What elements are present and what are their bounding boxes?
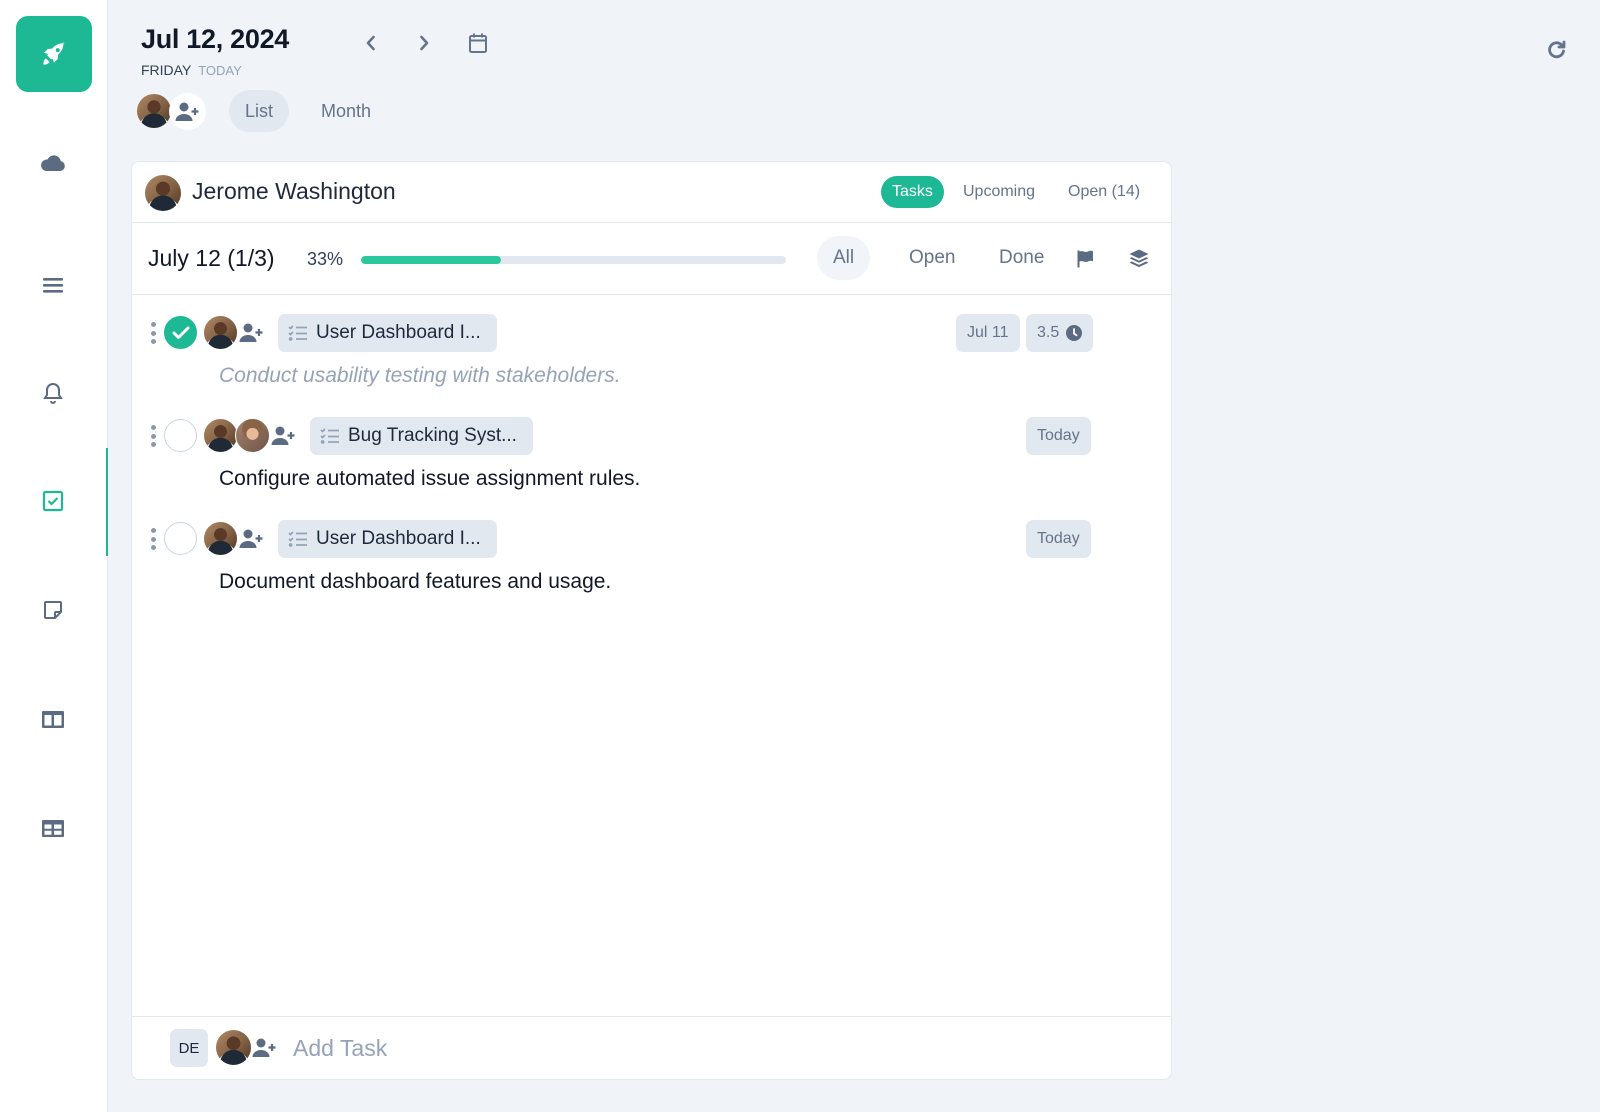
sidebar-item-list[interactable] [0, 265, 106, 305]
refresh-button[interactable] [1543, 36, 1571, 64]
calendar-button[interactable] [463, 28, 493, 58]
assignee-avatar[interactable] [203, 315, 238, 350]
tab-open[interactable]: Open (14) [1057, 176, 1151, 208]
view-tab-list[interactable]: List [229, 90, 290, 132]
add-assignee-button[interactable] [251, 1034, 279, 1062]
user-plus-icon [252, 1038, 276, 1057]
day-label: July 12 (1/3) [148, 245, 275, 271]
sidebar-item-tasks[interactable] [0, 481, 106, 521]
current-date: Jul 12, 2024 [141, 24, 290, 54]
task-row: User Dashboard I... Today Document dashb… [132, 504, 1171, 608]
user-plus-icon [239, 323, 263, 342]
view-tab-month[interactable]: Month [305, 90, 387, 132]
logo-button[interactable] [16, 16, 92, 92]
layers-button[interactable] [1125, 245, 1153, 273]
add-task-input[interactable] [293, 1029, 993, 1067]
assignee-avatar[interactable] [203, 418, 238, 453]
date-badge[interactable]: Today [1026, 520, 1091, 558]
flag-icon [1077, 250, 1093, 268]
user-avatar[interactable] [137, 94, 171, 128]
add-assignee-button[interactable] [239, 320, 265, 346]
project-name: Bug Tracking Syst... [348, 425, 517, 446]
task-checkbox[interactable] [164, 522, 197, 555]
date-badge[interactable]: Jul 11 [956, 314, 1020, 352]
project-tag[interactable]: User Dashboard I... [278, 520, 497, 558]
task-row: Bug Tracking Syst... Today Configure aut… [132, 401, 1171, 505]
assignee-avatar[interactable] [235, 418, 270, 453]
project-tag[interactable]: Bug Tracking Syst... [310, 417, 533, 455]
sidebar-item-notifications[interactable] [0, 373, 106, 413]
sidebar-item-columns[interactable] [0, 699, 106, 739]
columns-icon [42, 711, 64, 728]
assignee-avatar[interactable] [216, 1030, 251, 1065]
task-text[interactable]: Configure automated issue assignment rul… [219, 467, 640, 491]
sidebar-item-cloud[interactable] [0, 143, 106, 183]
task-text[interactable]: Document dashboard features and usage. [219, 570, 611, 594]
active-indicator [106, 448, 108, 556]
flag-button[interactable] [1071, 245, 1099, 273]
cloud-icon [41, 155, 65, 171]
tab-upcoming[interactable]: Upcoming [952, 176, 1046, 208]
filter-open[interactable]: Open [893, 236, 971, 280]
user-plus-icon [271, 426, 295, 445]
table-icon [42, 820, 64, 837]
project-tag[interactable]: User Dashboard I... [278, 314, 497, 352]
progress-fill [361, 256, 502, 264]
assignee-avatar[interactable] [203, 521, 238, 556]
user-plus-icon [175, 102, 198, 121]
tab-tasks[interactable]: Tasks [881, 176, 944, 208]
assignee-avatar [145, 175, 181, 211]
check-icon [172, 326, 189, 339]
sidebar [0, 0, 108, 1112]
add-assignee-button[interactable] [239, 526, 265, 552]
chevron-right-icon [420, 35, 429, 51]
task-text[interactable]: Conduct usability testing with stakehold… [219, 364, 621, 388]
drag-handle[interactable] [149, 425, 157, 447]
task-checkbox[interactable] [164, 419, 197, 452]
add-task-bar: DE [132, 1016, 1171, 1079]
menu-lines-icon [43, 278, 63, 293]
drag-handle[interactable] [149, 528, 157, 550]
clock-icon [1066, 325, 1083, 341]
weekday-label: FRIDAY [141, 62, 192, 78]
add-assignee-button[interactable] [271, 423, 297, 449]
estimate-badge[interactable]: 3.5 [1026, 314, 1094, 352]
progress-bar [361, 256, 786, 264]
checklist-icon [288, 324, 308, 342]
sidebar-item-notes[interactable] [0, 590, 106, 630]
chevron-left-icon [366, 35, 375, 51]
prev-day-button[interactable] [356, 28, 386, 58]
task-card: Jerome Washington Tasks Upcoming Open (1… [131, 161, 1172, 1080]
today-label: TODAY [198, 63, 242, 78]
checkbox-icon [42, 490, 64, 512]
progress-percent: 33% [307, 249, 344, 269]
date-badge[interactable]: Today [1026, 417, 1091, 455]
refresh-icon [1548, 40, 1566, 59]
day-summary: July 12 (1/3) 33% All Open Done [132, 223, 1171, 295]
weekday-line: FRIDAY TODAY [141, 62, 242, 78]
card-header: Jerome Washington Tasks Upcoming Open (1… [132, 162, 1171, 223]
drag-handle[interactable] [149, 322, 157, 344]
task-row: User Dashboard I... Jul 11 3.5 Conduct u… [132, 298, 1171, 402]
calendar-icon [469, 33, 487, 53]
sidebar-item-table[interactable] [0, 808, 106, 848]
project-name: User Dashboard I... [316, 528, 481, 549]
filter-done[interactable]: Done [983, 236, 1060, 280]
estimate-value: 3.5 [1037, 324, 1060, 341]
initials-badge[interactable]: DE [170, 1029, 208, 1067]
add-user-button[interactable] [169, 93, 206, 130]
sticky-note-icon [44, 601, 62, 619]
user-name: Jerome Washington [192, 178, 396, 204]
user-plus-icon [239, 529, 263, 548]
task-checkbox[interactable] [164, 316, 197, 349]
rocket-icon [43, 42, 65, 65]
filter-all[interactable]: All [817, 236, 871, 280]
next-day-button[interactable] [409, 28, 439, 58]
bell-icon [43, 382, 63, 404]
project-name: User Dashboard I... [316, 322, 481, 343]
checklist-icon [320, 427, 340, 445]
layers-icon [1129, 249, 1149, 268]
checklist-icon [288, 530, 308, 548]
